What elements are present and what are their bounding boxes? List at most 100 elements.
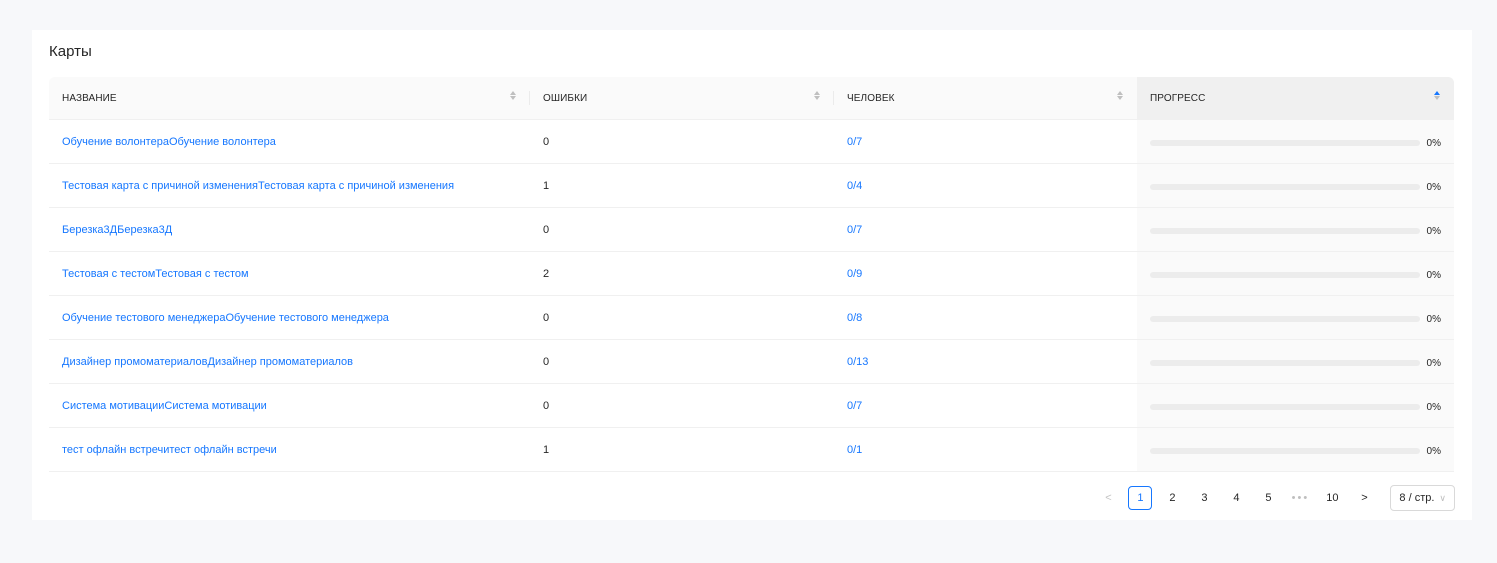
- cell-name: Дизайнер промоматериаловДизайнер промома…: [49, 340, 530, 383]
- map-name-link[interactable]: Тестовая с тестомТестовая с тестом: [62, 268, 249, 280]
- cell-errors: 0: [530, 120, 834, 163]
- people-link[interactable]: 0/1: [847, 444, 862, 456]
- progress-percent: 0%: [1426, 357, 1441, 369]
- cell-people: 0/9: [834, 252, 1137, 295]
- page-button-4[interactable]: 4: [1224, 486, 1248, 510]
- errors-value: 0: [543, 399, 550, 412]
- page-button-5[interactable]: 5: [1256, 486, 1280, 510]
- progress-bar: [1150, 227, 1420, 234]
- column-header-label: ЧЕЛОВЕК: [847, 92, 895, 104]
- table-row[interactable]: Обучение волонтераОбучение волонтера 0 0…: [49, 120, 1454, 164]
- cell-progress: 0%: [1137, 164, 1454, 207]
- table-row[interactable]: Дизайнер промоматериаловДизайнер промома…: [49, 340, 1454, 384]
- cell-errors: 0: [530, 384, 834, 427]
- maps-card: Карты НАЗВАНИЕ ОШИБКИ ЧЕЛОВЕК ПРОГРЕСС О…: [32, 30, 1472, 520]
- column-header-label: ОШИБКИ: [543, 92, 588, 104]
- table-row[interactable]: Система мотивацииСистема мотивации 0 0/7…: [49, 384, 1454, 428]
- sort-icon[interactable]: [814, 91, 820, 100]
- cell-people: 0/7: [834, 120, 1137, 163]
- page-size-select[interactable]: 8 / стр. ∨: [1390, 485, 1455, 511]
- progress-percent: 0%: [1426, 225, 1441, 237]
- cell-name: Система мотивацииСистема мотивации: [49, 384, 530, 427]
- prev-page-button[interactable]: <: [1096, 486, 1120, 510]
- cell-people: 0/8: [834, 296, 1137, 339]
- page-button-3[interactable]: 3: [1192, 486, 1216, 510]
- column-header-label: НАЗВАНИЕ: [62, 92, 117, 104]
- table-row[interactable]: Березка3ДБерезка3Д 0 0/7 0%: [49, 208, 1454, 252]
- map-name-link[interactable]: Обучение волонтераОбучение волонтера: [62, 136, 276, 148]
- errors-value: 2: [543, 267, 550, 280]
- cell-name: Обучение тестового менеджераОбучение тес…: [49, 296, 530, 339]
- table-header: НАЗВАНИЕ ОШИБКИ ЧЕЛОВЕК ПРОГРЕСС: [49, 77, 1454, 120]
- page-title: Карты: [49, 43, 92, 60]
- cell-errors: 1: [530, 164, 834, 207]
- cell-name: тест офлайн встречитест офлайн встречи: [49, 428, 530, 471]
- progress-percent: 0%: [1426, 137, 1441, 149]
- cell-people: 0/13: [834, 340, 1137, 383]
- page-button-10[interactable]: 10: [1320, 486, 1344, 510]
- column-header-label: ПРОГРЕСС: [1150, 92, 1206, 104]
- table-row[interactable]: Тестовая карта с причиной измененияТесто…: [49, 164, 1454, 208]
- table-row[interactable]: Тестовая с тестомТестовая с тестом 2 0/9…: [49, 252, 1454, 296]
- cell-name: Березка3ДБерезка3Д: [49, 208, 530, 251]
- cell-errors: 1: [530, 428, 834, 471]
- cell-people: 0/4: [834, 164, 1137, 207]
- cell-name: Тестовая карта с причиной измененияТесто…: [49, 164, 530, 207]
- errors-value: 0: [543, 311, 550, 324]
- page-size-value: 8 / стр.: [1399, 492, 1435, 504]
- next-page-button[interactable]: >: [1352, 486, 1376, 510]
- progress-bar: [1150, 359, 1420, 366]
- column-header-name[interactable]: НАЗВАНИЕ: [49, 77, 530, 119]
- map-name-link[interactable]: Тестовая карта с причиной измененияТесто…: [62, 180, 454, 192]
- column-header-people[interactable]: ЧЕЛОВЕК: [834, 77, 1137, 119]
- progress-percent: 0%: [1426, 313, 1441, 325]
- progress-bar: [1150, 139, 1420, 146]
- progress-bar: [1150, 271, 1420, 278]
- progress-bar: [1150, 183, 1420, 190]
- map-name-link[interactable]: Система мотивацииСистема мотивации: [62, 400, 267, 412]
- cell-name: Тестовая с тестомТестовая с тестом: [49, 252, 530, 295]
- progress-bar: [1150, 447, 1420, 454]
- table-row[interactable]: тест офлайн встречитест офлайн встречи 1…: [49, 428, 1454, 472]
- people-link[interactable]: 0/13: [847, 356, 868, 368]
- people-link[interactable]: 0/9: [847, 268, 862, 280]
- progress-percent: 0%: [1426, 269, 1441, 281]
- sort-icon[interactable]: [510, 91, 516, 100]
- chevron-down-icon: ∨: [1439, 492, 1446, 503]
- page-button-2[interactable]: 2: [1160, 486, 1184, 510]
- cell-errors: 2: [530, 252, 834, 295]
- errors-value: 0: [543, 223, 550, 236]
- map-name-link[interactable]: тест офлайн встречитест офлайн встречи: [62, 444, 277, 456]
- cell-errors: 0: [530, 208, 834, 251]
- cell-progress: 0%: [1137, 120, 1454, 163]
- map-name-link[interactable]: Дизайнер промоматериаловДизайнер промома…: [62, 356, 353, 368]
- jump-next-ellipsis[interactable]: •••: [1288, 486, 1312, 510]
- map-name-link[interactable]: Березка3ДБерезка3Д: [62, 224, 172, 236]
- cell-progress: 0%: [1137, 428, 1454, 471]
- column-header-progress[interactable]: ПРОГРЕСС: [1137, 77, 1454, 119]
- cell-people: 0/7: [834, 208, 1137, 251]
- people-link[interactable]: 0/8: [847, 312, 862, 324]
- people-link[interactable]: 0/7: [847, 224, 862, 236]
- people-link[interactable]: 0/4: [847, 180, 862, 192]
- progress-percent: 0%: [1426, 445, 1441, 457]
- progress-percent: 0%: [1426, 181, 1441, 193]
- errors-value: 1: [543, 443, 550, 456]
- page-button-1[interactable]: 1: [1128, 486, 1153, 510]
- sort-icon[interactable]: [1117, 91, 1123, 100]
- cell-progress: 0%: [1137, 340, 1454, 383]
- cell-progress: 0%: [1137, 208, 1454, 251]
- people-link[interactable]: 0/7: [847, 400, 862, 412]
- map-name-link[interactable]: Обучение тестового менеджераОбучение тес…: [62, 312, 389, 324]
- column-header-errors[interactable]: ОШИБКИ: [530, 77, 834, 119]
- errors-value: 0: [543, 135, 550, 148]
- pagination: < 1 2 3 4 5 ••• 10 > 8 / стр. ∨: [1096, 485, 1455, 511]
- cell-progress: 0%: [1137, 296, 1454, 339]
- sort-ascending-icon[interactable]: [1434, 91, 1440, 100]
- progress-bar: [1150, 403, 1420, 410]
- cell-progress: 0%: [1137, 252, 1454, 295]
- cell-name: Обучение волонтераОбучение волонтера: [49, 120, 530, 163]
- people-link[interactable]: 0/7: [847, 136, 862, 148]
- progress-percent: 0%: [1426, 401, 1441, 413]
- table-row[interactable]: Обучение тестового менеджераОбучение тес…: [49, 296, 1454, 340]
